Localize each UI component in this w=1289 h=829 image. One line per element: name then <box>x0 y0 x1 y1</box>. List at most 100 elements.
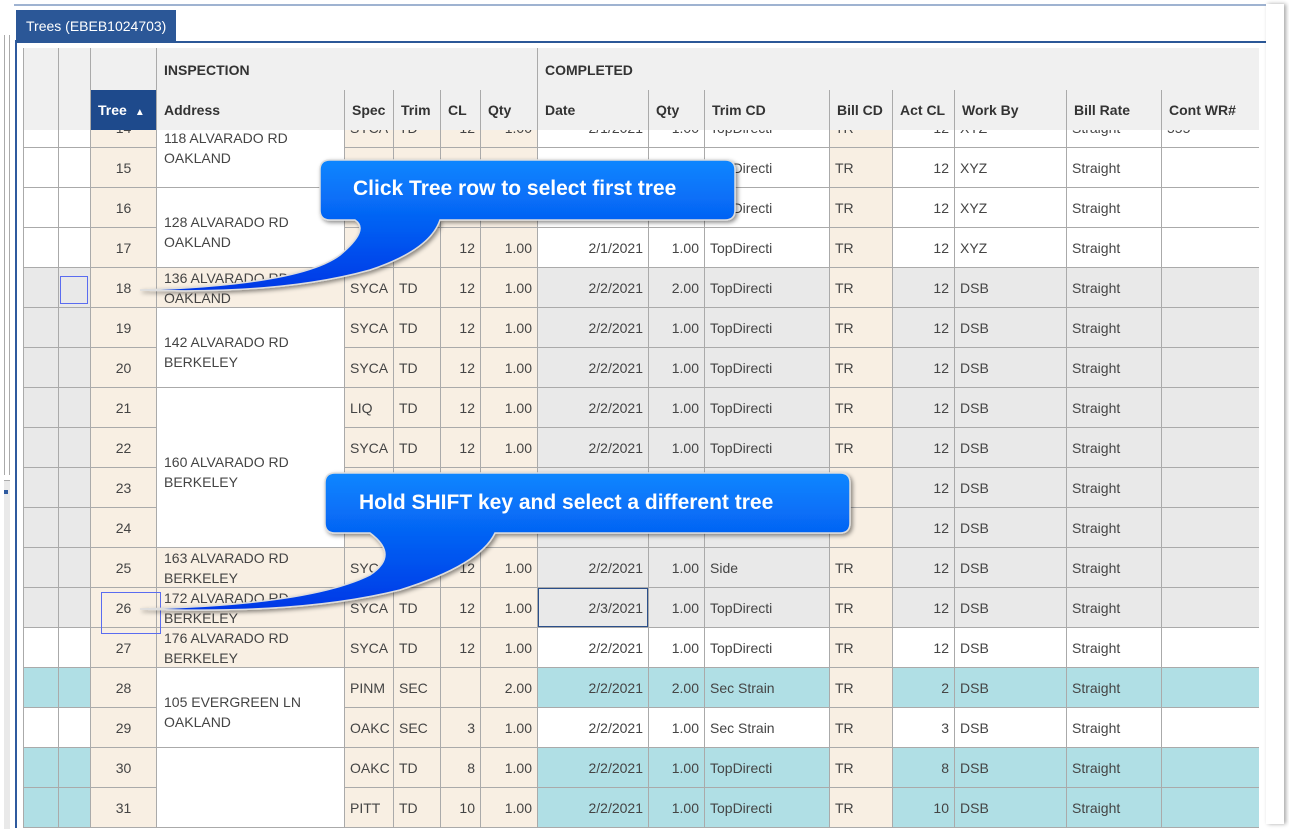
header-gutter <box>24 48 59 90</box>
work-by-cell: DSB <box>955 548 1067 588</box>
tree-number-cell[interactable]: 31 <box>91 788 157 828</box>
row-gutter <box>24 130 59 148</box>
cont-wr-cell <box>1162 348 1259 388</box>
work-by-cell: DSB <box>955 628 1067 668</box>
header-group-row: INSPECTION COMPLETED <box>24 48 1259 91</box>
row-select-cell <box>59 788 91 828</box>
qty-cell: 1.00 <box>481 308 538 348</box>
row-select-cell <box>59 268 91 308</box>
bill-cd-cell: TR <box>830 788 893 828</box>
row-gutter <box>24 228 59 268</box>
address-cell: 142 ALVARADO RD BERKELEY <box>157 308 345 388</box>
bill-cd-cell: TR <box>830 628 893 668</box>
address-cell: 105 EVERGREEN LN OAKLAND <box>157 668 345 748</box>
completed-qty-cell: 2.00 <box>649 668 705 708</box>
bill-cd-cell: TR <box>830 708 893 748</box>
act-cl-cell: 12 <box>893 130 955 148</box>
spec-cell: SYCA <box>345 130 394 148</box>
row-select-cell <box>59 668 91 708</box>
cont-wr-cell <box>1162 508 1259 548</box>
row-select-cell <box>59 188 91 228</box>
bill-rate-cell: Straight <box>1067 348 1162 388</box>
column-header-cont-wr[interactable]: Cont WR# <box>1162 90 1259 130</box>
work-by-cell: XYZ <box>955 148 1067 188</box>
column-header-cl[interactable]: CL <box>441 90 481 130</box>
column-header-date[interactable]: Date <box>538 90 649 130</box>
column-header-trim[interactable]: Trim <box>394 90 441 130</box>
address-street: 118 ALVARADO RD <box>164 130 288 146</box>
completed-qty-cell: 1.00 <box>649 748 705 788</box>
trim-cd-cell: TopDirecti <box>705 348 830 388</box>
completed-qty-cell: 1.00 <box>649 708 705 748</box>
row-select-cell <box>59 148 91 188</box>
trim-cell: TD <box>394 130 441 148</box>
tree-number-cell[interactable]: 21 <box>91 388 157 428</box>
act-cl-cell: 12 <box>893 428 955 468</box>
completed-qty-cell: 1.00 <box>649 130 705 148</box>
qty-cell: 1.00 <box>481 388 538 428</box>
tree-number-cell[interactable]: 14 <box>91 130 157 148</box>
date-cell: 2/2/2021 <box>538 628 649 668</box>
callout-2-text: Hold SHIFT key and select a different tr… <box>359 491 774 514</box>
row-gutter <box>24 468 59 508</box>
bill-rate-cell: Straight <box>1067 308 1162 348</box>
completed-qty-cell: 1.00 <box>649 428 705 468</box>
row-gutter <box>24 708 59 748</box>
act-cl-cell: 3 <box>893 708 955 748</box>
work-by-cell: DSB <box>955 308 1067 348</box>
cont-wr-cell <box>1162 588 1259 628</box>
column-header-address[interactable]: Address <box>157 90 345 130</box>
cl-cell <box>441 668 481 708</box>
tree-number-cell[interactable]: 28 <box>91 668 157 708</box>
spec-cell: SYCA <box>345 308 394 348</box>
tree-number-cell[interactable]: 19 <box>91 308 157 348</box>
qty-cell: 1.00 <box>481 708 538 748</box>
row-gutter <box>24 668 59 708</box>
window-frame-right <box>1266 4 1284 824</box>
tree-number-cell[interactable]: 20 <box>91 348 157 388</box>
work-by-cell: DSB <box>955 708 1067 748</box>
bill-cd-cell: TR <box>830 428 893 468</box>
tree-number-cell[interactable]: 29 <box>91 708 157 748</box>
bill-rate-cell: Straight <box>1067 708 1162 748</box>
splitter[interactable] <box>15 40 17 828</box>
left-pane-edge <box>0 0 14 829</box>
bill-cd-cell: TR <box>830 748 893 788</box>
trim-cell: TD <box>394 748 441 788</box>
column-header-bill-cd[interactable]: Bill CD <box>830 90 893 130</box>
tab-trees[interactable]: Trees (EBEB1024703) <box>16 10 177 42</box>
work-by-cell: DSB <box>955 388 1067 428</box>
tree-number-cell[interactable]: 27 <box>91 628 157 668</box>
date-cell: 2/2/2021 <box>538 348 649 388</box>
row-gutter <box>24 348 59 388</box>
column-header-spec[interactable]: Spec <box>345 90 394 130</box>
row-gutter <box>24 748 59 788</box>
callout-1-shape <box>139 159 736 292</box>
bill-rate-cell: Straight <box>1067 148 1162 188</box>
act-cl-cell: 12 <box>893 188 955 228</box>
bill-cd-cell: TR <box>830 130 893 148</box>
column-header-qty[interactable]: Qty <box>481 90 538 130</box>
column-header-work-by[interactable]: Work By <box>955 90 1067 130</box>
bill-cd-cell: TR <box>830 348 893 388</box>
row-select-cell <box>59 308 91 348</box>
column-header-bill-rate[interactable]: Bill Rate <box>1067 90 1162 130</box>
act-cl-cell: 12 <box>893 508 955 548</box>
work-by-cell: DSB <box>955 508 1067 548</box>
act-cl-cell: 12 <box>893 628 955 668</box>
column-header-act-cl[interactable]: Act CL <box>893 90 955 130</box>
row-select-cell <box>59 708 91 748</box>
cont-wr-cell <box>1162 468 1259 508</box>
tree-number-cell[interactable]: 22 <box>91 428 157 468</box>
column-header-trim-cd[interactable]: Trim CD <box>705 90 830 130</box>
cont-wr-cell <box>1162 668 1259 708</box>
cont-wr-cell <box>1162 628 1259 668</box>
act-cl-cell: 12 <box>893 388 955 428</box>
tree-number-cell[interactable]: 30 <box>91 748 157 788</box>
column-header-tree[interactable]: Tree ▲ <box>91 90 157 130</box>
trim-cd-cell: TopDirecti <box>705 748 830 788</box>
completed-qty-cell: 1.00 <box>649 788 705 828</box>
row-gutter <box>24 788 59 828</box>
column-header-completed-qty[interactable]: Qty <box>649 90 705 130</box>
bill-rate-cell: Straight <box>1067 468 1162 508</box>
